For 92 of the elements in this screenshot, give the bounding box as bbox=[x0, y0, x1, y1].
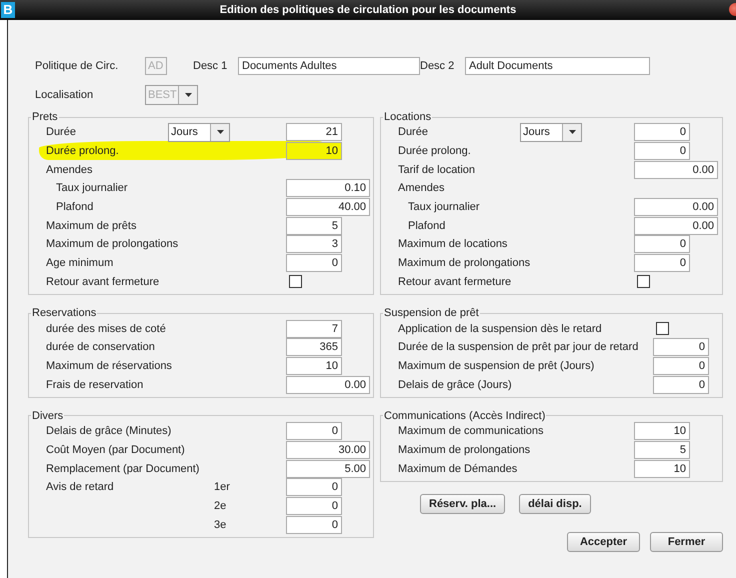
number-field[interactable]: 10 bbox=[286, 356, 342, 375]
field-label: Maximum de prêts bbox=[46, 220, 136, 232]
amount-field[interactable]: 40.00 bbox=[286, 198, 370, 216]
field-label: Durée bbox=[398, 126, 429, 138]
group-title: Communications (Accès Indirect) bbox=[383, 410, 546, 422]
field-label: Avis de retard bbox=[46, 481, 115, 494]
field-label: Frais de reservation bbox=[46, 378, 144, 391]
field-label: Maximum de prolongations bbox=[398, 444, 530, 456]
amount-field[interactable]: 0.10 bbox=[286, 179, 370, 198]
amount-field[interactable]: 0.00 bbox=[634, 198, 718, 216]
number-field[interactable]: 10 bbox=[286, 142, 342, 160]
caret-icon bbox=[216, 130, 224, 134]
group-title: Divers bbox=[31, 410, 64, 422]
number-field[interactable]: 10 bbox=[634, 460, 690, 478]
field-label: Plafond bbox=[56, 201, 94, 214]
field-label: Application de la suspension dès le retard bbox=[398, 322, 602, 335]
checkbox[interactable] bbox=[289, 275, 302, 288]
amount-field[interactable]: 0.00 bbox=[634, 160, 718, 179]
field-label: Retour avant fermeture bbox=[398, 276, 512, 288]
field-label: Tarif de location bbox=[398, 164, 476, 176]
amount-field[interactable]: 0.00 bbox=[286, 376, 370, 394]
action-button[interactable]: délai disp. bbox=[519, 494, 591, 514]
number-field[interactable]: 0 bbox=[286, 422, 342, 440]
field-label: Remplacement (par Document) bbox=[46, 462, 200, 475]
field-label: durée des mises de coté bbox=[46, 322, 166, 335]
number-field[interactable]: 0 bbox=[634, 123, 690, 142]
field-label: Politique de Circ. bbox=[34, 60, 120, 72]
number-field[interactable]: 0 bbox=[653, 356, 709, 375]
amount-field[interactable]: 30.00 bbox=[286, 440, 370, 459]
number-field[interactable]: 0 bbox=[653, 376, 709, 394]
unit-dropdown[interactable]: Jours bbox=[520, 122, 582, 142]
field-label: Maximum de communications bbox=[398, 425, 544, 438]
field-label: Desc 1 bbox=[193, 60, 228, 72]
field-label: 3e bbox=[214, 518, 226, 531]
field-label: Plafond bbox=[408, 220, 446, 232]
number-field[interactable]: 5 bbox=[634, 440, 690, 459]
number-field[interactable]: 0 bbox=[286, 254, 342, 272]
field-label: Desc 2 bbox=[420, 60, 456, 72]
field-label: Maximum de Démandes bbox=[398, 462, 518, 475]
checkbox[interactable] bbox=[656, 322, 669, 336]
group-title: Suspension de prêt bbox=[383, 307, 480, 320]
field-label: Maximum de locations bbox=[398, 238, 508, 250]
field-label: Durée de la suspension de prêt par jour de retard bbox=[398, 341, 638, 354]
checkbox[interactable] bbox=[637, 275, 650, 288]
amount-field[interactable]: 5.00 bbox=[286, 460, 370, 478]
caret-icon bbox=[568, 130, 576, 134]
group-title: Reservations bbox=[31, 307, 98, 320]
group-title: Locations bbox=[383, 111, 432, 123]
number-field[interactable]: 0 bbox=[634, 142, 690, 160]
field-label: Coût Moyen (par Document) bbox=[46, 444, 185, 456]
dialog-button[interactable]: Fermer bbox=[650, 532, 723, 552]
field-label: 1er bbox=[214, 481, 230, 494]
number-field[interactable]: 0 bbox=[286, 478, 342, 496]
number-field[interactable]: 5 bbox=[286, 216, 342, 235]
number-field[interactable]: 0 bbox=[653, 338, 709, 356]
field-label: Amendes bbox=[398, 182, 444, 194]
field-label: Taux journalier bbox=[408, 201, 480, 214]
action-button[interactable]: Réserv. pla... bbox=[420, 494, 506, 514]
field-label: Localisation bbox=[34, 89, 94, 101]
caret-icon bbox=[184, 93, 192, 97]
number-field[interactable]: 3 bbox=[286, 235, 342, 254]
dialog-button[interactable]: Accepter bbox=[567, 532, 640, 552]
window-title: Edition des politiques de circulation pour les documents bbox=[220, 4, 516, 16]
field-label: Maximum de suspension de prêt (Jours) bbox=[398, 360, 594, 372]
field-label: Amendes bbox=[46, 164, 92, 176]
field-label: Durée bbox=[46, 126, 77, 138]
field-label: Delais de grâce (Jours) bbox=[398, 378, 512, 391]
field-label: Maximum de réservations bbox=[46, 360, 172, 372]
field-label: Maximum de prolongations bbox=[46, 238, 178, 250]
input-field[interactable]: Documents Adultes bbox=[238, 57, 420, 75]
field-label: Delais de grâce (Minutes) bbox=[46, 425, 172, 438]
number-field[interactable]: 0 bbox=[286, 497, 342, 516]
input-field[interactable]: Adult Documents bbox=[465, 57, 650, 75]
field-label: durée de conservation bbox=[46, 341, 155, 354]
field-label: Taux journalier bbox=[56, 182, 128, 194]
number-field[interactable]: 0 bbox=[634, 235, 690, 254]
app-icon: B bbox=[1, 2, 15, 18]
field-label: Retour avant fermeture bbox=[46, 276, 160, 288]
number-field[interactable]: 365 bbox=[286, 338, 342, 356]
unit-dropdown[interactable]: Jours bbox=[168, 122, 230, 142]
amount-field[interactable]: 0.00 bbox=[634, 216, 718, 235]
number-field[interactable]: 21 bbox=[286, 123, 342, 142]
group-title: Prets bbox=[31, 111, 59, 123]
field-label: Durée prolong. bbox=[46, 145, 119, 158]
number-field[interactable]: 0 bbox=[634, 254, 690, 272]
field-label: 2e bbox=[214, 500, 226, 512]
number-field[interactable]: 10 bbox=[634, 422, 690, 440]
field-label: Age minimum bbox=[46, 257, 114, 270]
field-label: Maximum de prolongations bbox=[398, 257, 530, 270]
number-field[interactable]: 0 bbox=[286, 516, 342, 534]
number-field[interactable]: 7 bbox=[286, 320, 342, 338]
field-label: Durée prolong. bbox=[398, 145, 471, 158]
